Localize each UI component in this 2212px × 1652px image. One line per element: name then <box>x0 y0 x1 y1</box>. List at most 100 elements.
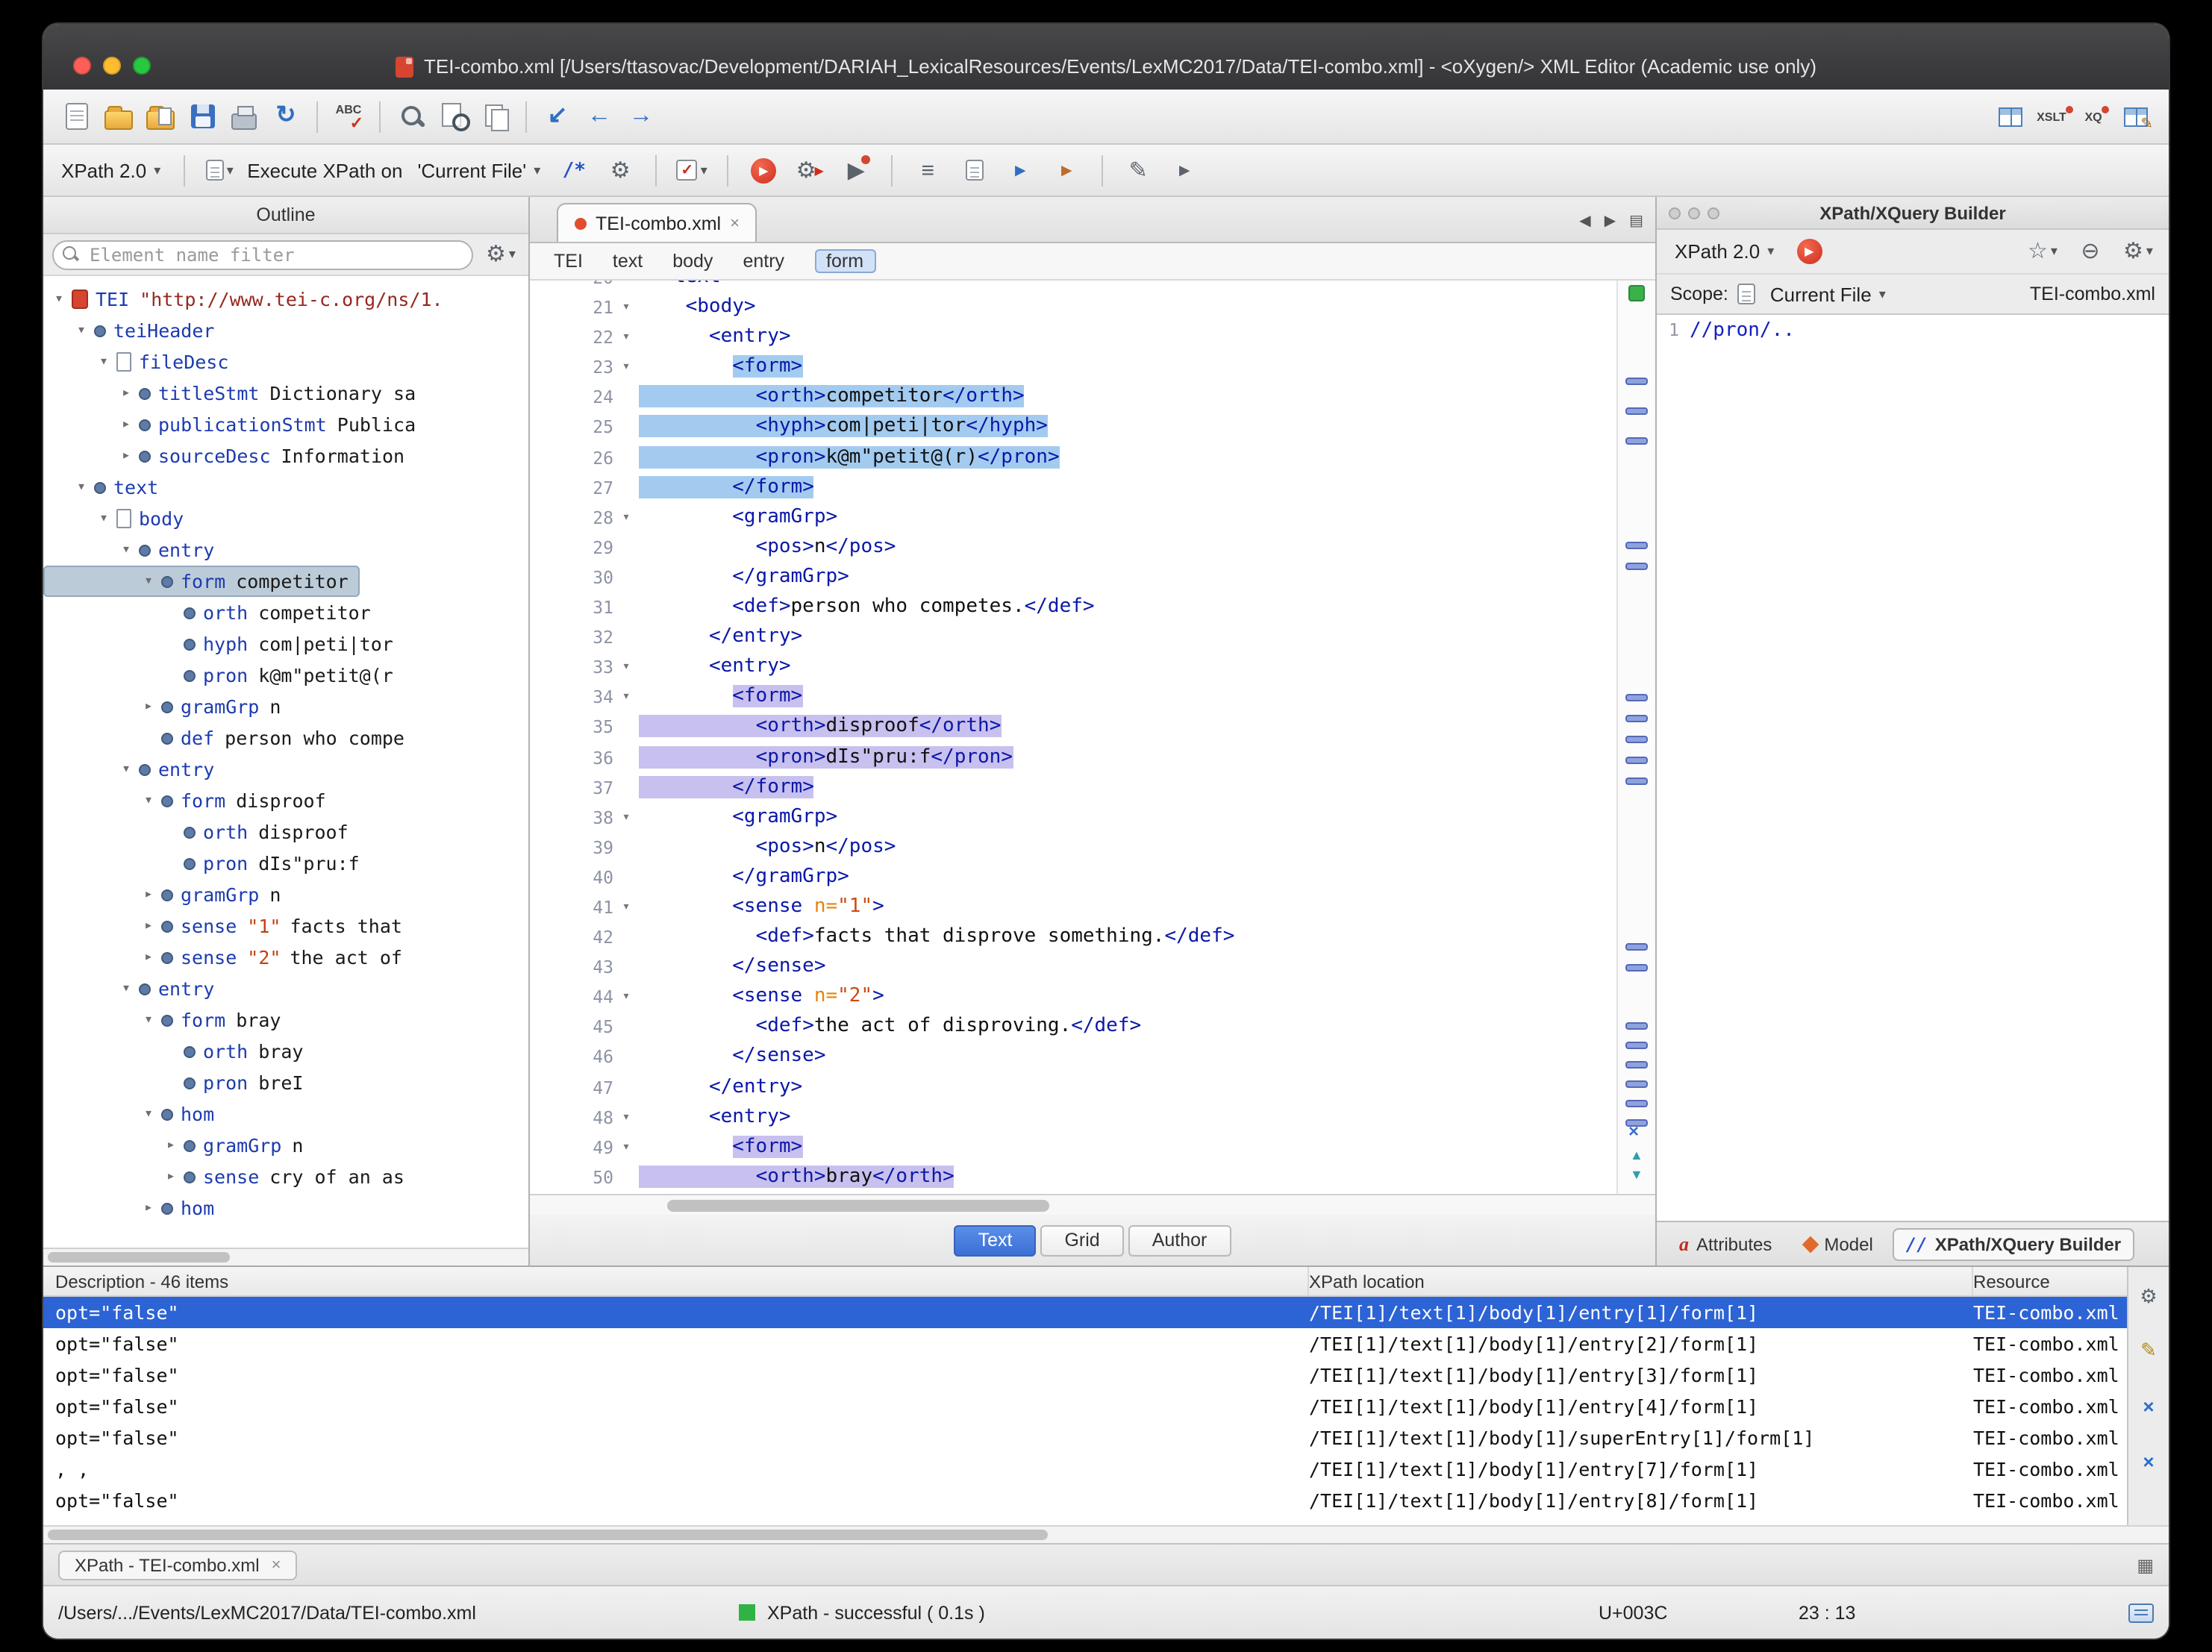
grid-edit-button[interactable]: ✎ <box>2116 96 2154 137</box>
expand-icon[interactable]: ▸ <box>139 910 158 942</box>
expand-icon[interactable]: ▸ <box>161 1130 181 1161</box>
collapse-icon[interactable]: ▾ <box>94 346 113 378</box>
collapse-icon[interactable]: ▾ <box>116 754 136 785</box>
outline-tree-item[interactable]: ▸ gramGrp n <box>43 691 293 722</box>
code-line[interactable]: 36 <pron>dIs"pru:f</pron> <box>530 742 1616 772</box>
next-marker-icon[interactable]: ▼ <box>1630 1168 1643 1182</box>
tab-model[interactable]: Model <box>1791 1227 1886 1260</box>
code-line[interactable]: 23 ▾ <form> <box>530 353 1616 383</box>
code-line[interactable]: 41 ▾ <sense n="1"> <box>530 892 1616 922</box>
outline-tree-item[interactable]: ▾ entry <box>43 973 237 1004</box>
last-edit-location-button[interactable]: ↙ <box>539 96 576 137</box>
outline-tree-item[interactable]: ▾ TEI "http://www.tei-c.org/ns/1. <box>43 284 455 315</box>
outline-tree-item[interactable]: ▾ text <box>43 472 181 503</box>
results-horizontal-scrollbar[interactable] <box>43 1525 2169 1543</box>
result-row[interactable]: opt="false" /TEI[1]/text[1]/body[1]/super… <box>43 1422 2169 1454</box>
find-in-files-button[interactable] <box>434 96 472 137</box>
builder-version-select[interactable]: XPath 2.0 ▾ <box>1669 236 1780 267</box>
close-window-button[interactable] <box>73 57 91 75</box>
code-line[interactable]: 22 ▾ <entry> <box>530 322 1616 352</box>
xpath-match-marker[interactable] <box>1625 1042 1648 1049</box>
outline-tree-item[interactable]: orth disproof <box>43 816 360 848</box>
xpath-match-marker[interactable] <box>1625 694 1648 701</box>
result-row[interactable]: , , /TEI[1]/text[1]/body[1]/entry[7]/form… <box>43 1454 2169 1485</box>
close-tab-icon[interactable]: × <box>730 214 740 232</box>
result-row[interactable]: opt="false" /TEI[1]/text[1]/body[1]/entry… <box>43 1328 2169 1360</box>
previous-marker-icon[interactable]: ▲ <box>1630 1148 1643 1163</box>
code-line[interactable]: 20▾ <text> <box>530 281 1616 292</box>
xpath-match-marker[interactable] <box>1625 437 1648 445</box>
outline-tree-item[interactable]: orth competitor <box>43 597 383 628</box>
editor-horizontal-scrollbar[interactable] <box>530 1194 1655 1215</box>
element-filter-input[interactable] <box>52 240 473 269</box>
mode-text-button[interactable]: Text <box>954 1224 1037 1256</box>
outline-tree-item[interactable]: ▾ form competitor <box>43 566 360 597</box>
code-line[interactable]: 37 </form> <box>530 772 1616 802</box>
collapse-icon[interactable]: ▾ <box>72 472 91 503</box>
selection-tool-button[interactable]: ► <box>1166 149 1203 191</box>
xpath-match-marker[interactable] <box>1625 1061 1648 1069</box>
outline-tree-item[interactable]: ▸ gramGrp n <box>43 1130 315 1161</box>
breadcrumb-item-form[interactable]: form <box>814 249 876 273</box>
mode-grid-button[interactable]: Grid <box>1040 1224 1124 1256</box>
xpath-expression-editor[interactable]: 1 //pron/.. <box>1657 313 2169 1221</box>
column-description[interactable]: Description - 46 items <box>55 1267 1309 1295</box>
result-row[interactable]: opt="false" /TEI[1]/text[1]/body[1]/entry… <box>43 1391 2169 1422</box>
code-line[interactable]: 43 </sense> <box>530 952 1616 982</box>
fold-toggle-icon[interactable]: ▾ <box>613 892 639 922</box>
outline-tree-item[interactable]: ▸ sourceDesc Information <box>43 440 416 472</box>
remove-result-button[interactable]: × <box>2130 1385 2167 1427</box>
outline-tree-item[interactable]: orth bray <box>43 1036 315 1067</box>
validate-button[interactable]: ✓ ▾ <box>673 149 710 191</box>
console-icon[interactable] <box>2128 1603 2154 1622</box>
xpath-match-marker[interactable] <box>1625 715 1648 722</box>
code-line[interactable]: 27 </form> <box>530 472 1616 502</box>
outline-tree-item[interactable]: ▾ teiHeader <box>43 315 237 346</box>
clear-button[interactable]: ⊖ <box>2072 231 2109 272</box>
minimize-window-button[interactable] <box>103 57 121 75</box>
code-line[interactable]: 26 <pron>k@m"petit@(r)</pron> <box>530 442 1616 472</box>
outline-tree-item[interactable]: pron dIs"pru:f <box>43 848 372 879</box>
expand-icon[interactable]: ▸ <box>139 942 158 973</box>
scrollbar-thumb[interactable] <box>667 1200 1049 1212</box>
fold-toggle-icon[interactable]: ▾ <box>613 1132 639 1162</box>
code-line[interactable]: 25 <hyph>com|peti|tor</hyph> <box>530 413 1616 442</box>
xpath-match-marker[interactable] <box>1625 542 1648 549</box>
refactoring-button[interactable]: ► <box>1002 149 1039 191</box>
collapse-icon[interactable]: ▾ <box>139 1004 158 1036</box>
expand-icon[interactable]: ▸ <box>139 691 158 722</box>
grid-view-button[interactable] <box>1991 96 2028 137</box>
fold-toggle-icon[interactable]: ▾ <box>613 802 639 832</box>
code-line[interactable]: 50 <orth>bray</orth> <box>530 1163 1616 1192</box>
breadcrumb-item-text[interactable]: text <box>613 251 643 272</box>
open-url-button[interactable] <box>142 96 179 137</box>
collapse-icon[interactable]: ▾ <box>139 785 158 816</box>
collapse-icon[interactable]: ▾ <box>72 315 91 346</box>
expand-icon[interactable]: ▸ <box>116 440 136 472</box>
apply-transformation-button[interactable]: ▶ <box>745 149 782 191</box>
format-indent-button[interactable]: ≡ <box>909 149 946 191</box>
xpath-expression-button[interactable]: /* <box>555 149 593 191</box>
xpath-match-marker[interactable] <box>1625 563 1648 570</box>
xpath-settings-button[interactable]: ⚙ <box>602 149 639 191</box>
remove-all-results-button[interactable]: × <box>2130 1440 2167 1482</box>
collapse-icon[interactable]: ▾ <box>94 503 113 534</box>
code-line[interactable]: 33 ▾ <entry> <box>530 652 1616 682</box>
xpath-match-marker[interactable] <box>1625 1080 1648 1088</box>
outline-tree-item[interactable]: ▾ fileDesc <box>43 346 251 378</box>
collapse-icon[interactable]: ▾ <box>49 284 69 315</box>
expand-icon[interactable]: ▸ <box>116 409 136 440</box>
xslt-debugger-button[interactable]: XSLT <box>2033 96 2074 137</box>
xpath-match-marker[interactable] <box>1625 943 1648 951</box>
zoom-window-button[interactable] <box>133 57 151 75</box>
highlight-results-button[interactable]: ✎ <box>2130 1330 2167 1371</box>
outline-tree-item[interactable]: ▸ sense cry of an as <box>43 1161 416 1192</box>
fold-toggle-icon[interactable]: ▾ <box>613 652 639 682</box>
xpath-match-marker[interactable] <box>1625 407 1648 415</box>
expand-icon[interactable]: ▸ <box>139 879 158 910</box>
code-line[interactable]: 34 ▾ <form> <box>530 683 1616 713</box>
code-line[interactable]: 45 <def>the act of disproving.</def> <box>530 1013 1616 1042</box>
open-file-button[interactable] <box>100 96 137 137</box>
fold-toggle-icon[interactable]: ▾ <box>613 1102 639 1132</box>
tab-attributes[interactable]: a Attributes <box>1666 1226 1785 1262</box>
